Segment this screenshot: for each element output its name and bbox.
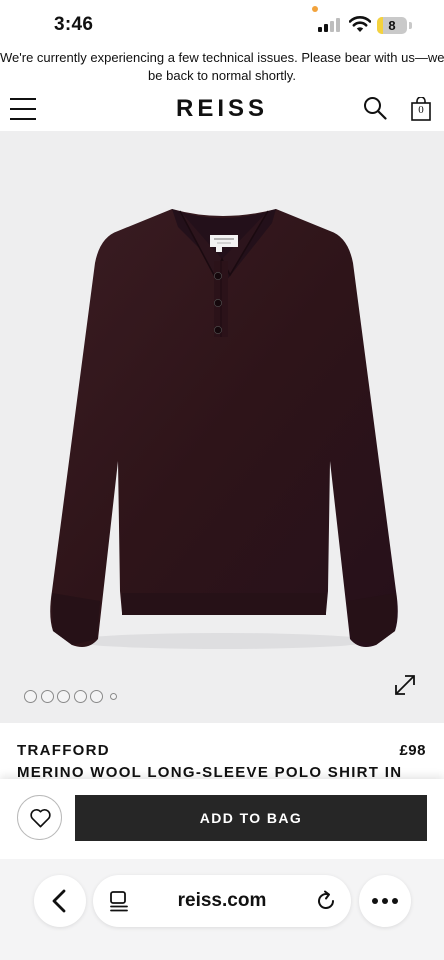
chevron-left-icon [52,889,66,913]
more-options-button[interactable] [359,875,411,927]
gallery-dot[interactable] [110,693,117,700]
battery-tip [409,22,412,29]
url-text: reiss.com [177,890,267,911]
status-bar: 3:46 8 [0,0,444,48]
gallery-dot[interactable] [90,690,103,703]
reload-icon[interactable] [314,889,338,913]
expand-icon[interactable] [393,673,417,697]
bag-button[interactable]: 0 [410,97,432,121]
notice-line-2: be back to normal shortly. [148,68,296,83]
gallery-dot[interactable] [41,690,54,703]
cellular-signal-icon [318,18,342,32]
ellipsis-icon [372,898,398,904]
address-bar[interactable]: reiss.com [93,875,351,927]
product-image-carousel[interactable] [0,131,444,723]
hamburger-icon [10,98,36,100]
product-info: TRAFFORD £98 MERINO WOOL LONG-SLEEVE POL… [0,723,444,779]
wifi-icon [349,16,371,32]
back-button[interactable] [34,875,86,927]
product-brand: TRAFFORD [17,742,110,759]
browser-toolbar: reiss.com [0,859,444,960]
gallery-dot[interactable] [24,690,37,703]
site-header: REISS 0 [0,87,444,131]
search-icon[interactable] [363,96,387,120]
add-to-bag-bar: ADD TO BAG [0,779,444,859]
wishlist-button[interactable] [17,795,62,840]
product-name: MERINO WOOL LONG-SLEEVE POLO SHIRT IN [17,764,403,779]
gallery-dot[interactable] [74,690,87,703]
menu-button[interactable] [10,97,36,121]
status-time: 3:46 [54,14,94,35]
bag-count: 0 [418,104,424,116]
polo-shirt-image [50,209,398,649]
product-price: £98 [399,742,426,759]
technical-issues-notice: We're currently experiencing a few techn… [0,49,444,87]
battery-level: 8 [388,18,396,33]
reiss-logo[interactable]: REISS [162,95,282,123]
heart-icon [30,809,51,828]
notice-line-1: We're currently experiencing a few techn… [0,50,444,65]
recording-indicator-dot [312,6,318,12]
gallery-dot[interactable] [57,690,70,703]
add-to-bag-button[interactable]: ADD TO BAG [75,795,427,841]
battery-icon: 8 [377,17,407,34]
